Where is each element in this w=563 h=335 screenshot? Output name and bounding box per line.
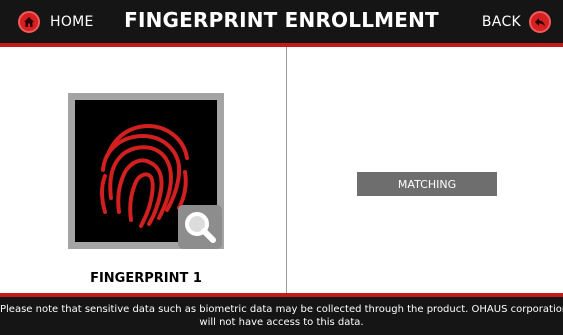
magnifier-button[interactable] [178, 205, 222, 249]
magnifier-icon [185, 212, 216, 243]
header-bar: HOME FINGERPRINT ENROLLMENT BACK [0, 0, 563, 43]
fingerprint-tile[interactable] [68, 93, 224, 249]
privacy-notice-line-1: Please note that sensitive data such as … [0, 304, 563, 315]
back-button[interactable]: BACK [482, 8, 551, 36]
fingerprint-caption: FINGERPRINT 1 [90, 271, 202, 286]
status-panel: MATCHING [287, 47, 563, 293]
back-arrow-icon [529, 11, 551, 33]
privacy-notice: Please note that sensitive data such as … [0, 297, 563, 335]
page-title: FINGERPRINT ENROLLMENT [124, 8, 439, 32]
privacy-notice-line-2: will not have access to this data. [199, 317, 364, 328]
fingerprint-panel: FINGERPRINT 1 [6, 47, 287, 293]
matching-status: MATCHING [357, 172, 497, 196]
back-label: BACK [481, 14, 521, 30]
